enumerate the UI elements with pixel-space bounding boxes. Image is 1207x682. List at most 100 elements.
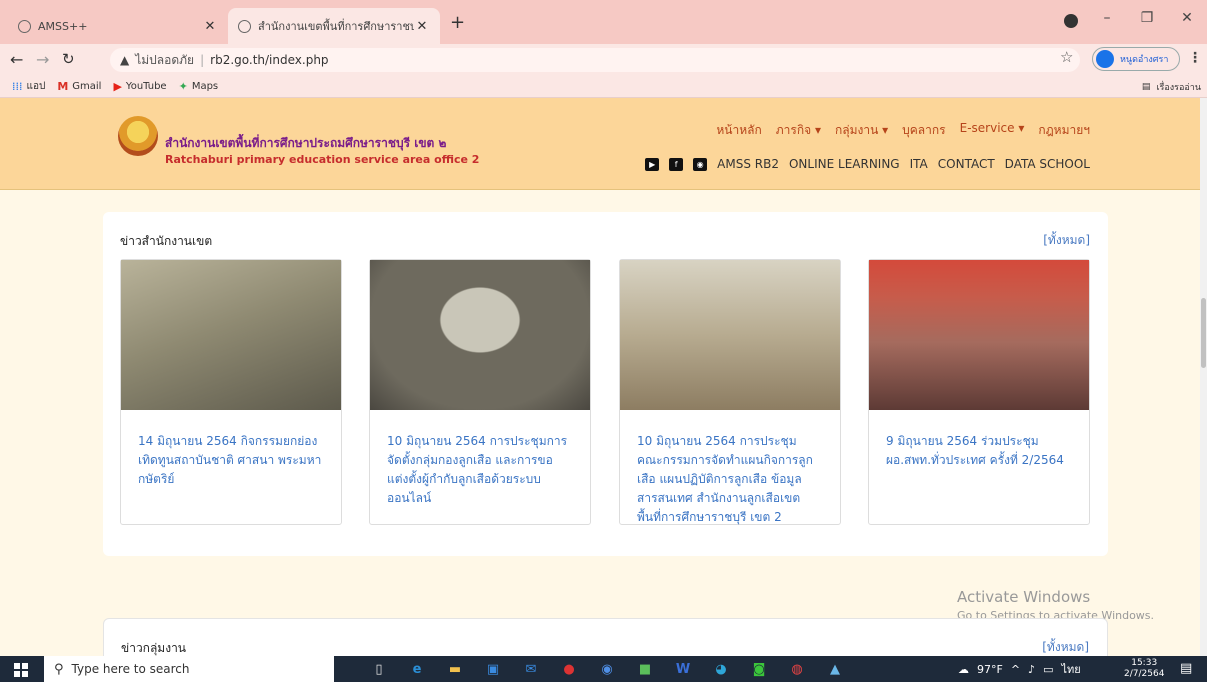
- volume-icon[interactable]: ♪: [1028, 663, 1035, 676]
- reading-list-label: เรื่องรออ่าน: [1156, 83, 1201, 93]
- search-icon: ⚲: [54, 661, 64, 677]
- new-tab-button[interactable]: +: [450, 12, 465, 33]
- group-news-title: ข่าวกลุ่มงาน: [121, 641, 187, 655]
- nav-eservice[interactable]: E-service ▾: [960, 121, 1025, 140]
- nav-mission[interactable]: ภารกิจ ▾: [776, 121, 821, 140]
- youtube-icon: ▶: [113, 80, 122, 93]
- nav-groups[interactable]: กลุ่มงาน ▾: [835, 121, 888, 140]
- word-icon[interactable]: W: [664, 659, 702, 679]
- nav-online-learning[interactable]: ONLINE LEARNING: [789, 157, 900, 171]
- news-card[interactable]: 14 มิถุนายน 2564 กิจกรรมยกย่องเทิดทูนสถา…: [120, 259, 342, 525]
- nav-ita[interactable]: ITA: [910, 157, 928, 171]
- task-view-icon[interactable]: ▯: [360, 659, 398, 679]
- warning-icon[interactable]: ▲: [120, 53, 129, 67]
- photos-icon[interactable]: ▲: [816, 659, 854, 679]
- close-tab-icon[interactable]: ✕: [414, 19, 430, 34]
- forward-icon[interactable]: →: [36, 50, 49, 69]
- tab-search-icon[interactable]: [1064, 14, 1078, 28]
- app-icon[interactable]: ◉: [588, 659, 626, 679]
- security-status[interactable]: ไม่ปลอดภัย: [135, 51, 194, 70]
- nav-home[interactable]: หน้าหลัก: [716, 121, 761, 140]
- reading-list-button[interactable]: ▤ เรื่องรออ่าน: [1142, 80, 1201, 94]
- page-scrollbar[interactable]: [1200, 98, 1207, 656]
- news-image[interactable]: [620, 260, 840, 410]
- ime-indicator[interactable]: ไทย: [1061, 660, 1080, 678]
- chrome-icon[interactable]: ◍: [778, 659, 816, 679]
- edge-icon[interactable]: ◕: [702, 659, 740, 679]
- notification-icon[interactable]: ▤: [1180, 661, 1192, 676]
- weather-icon[interactable]: ☁: [958, 663, 969, 676]
- tray-arrow-icon[interactable]: ^: [1011, 663, 1020, 676]
- url-text[interactable]: rb2.go.th/index.php: [210, 53, 328, 67]
- facebook-icon[interactable]: f: [669, 157, 684, 171]
- nav-personnel[interactable]: บุคลากร: [902, 121, 945, 140]
- news-section: ข่าวสำนักงานเขต [ทั้งหมด] 14 มิถุนายน 25…: [103, 212, 1108, 556]
- bookmark-apps[interactable]: ⁞⁞⁞ แอป: [12, 79, 45, 94]
- news-card[interactable]: 9 มิถุนายน 2564 ร่วมประชุม ผอ.สพท.ทั่วปร…: [868, 259, 1090, 525]
- nav-law[interactable]: กฎหมายฯ: [1038, 121, 1090, 140]
- weather-temp[interactable]: 97°F: [977, 663, 1003, 676]
- windows-start-icon[interactable]: [14, 663, 28, 677]
- line-app-icon[interactable]: ◙: [740, 659, 778, 679]
- browser-toolbar: ← → ↻ ▲ ไม่ปลอดภัย | rb2.go.th/index.php…: [0, 44, 1207, 76]
- app-icon[interactable]: ●: [550, 659, 588, 679]
- line-icon[interactable]: ◉: [693, 157, 708, 171]
- bookmark-label: แอป: [26, 81, 46, 92]
- back-icon[interactable]: ←: [10, 50, 23, 69]
- group-news-section: ข่าวกลุ่มงาน [ทั้งหมด]: [103, 618, 1108, 656]
- minimize-button[interactable]: –: [1087, 10, 1127, 26]
- maximize-button[interactable]: ❐: [1127, 10, 1167, 26]
- nav-amss[interactable]: AMSS RB2: [717, 157, 779, 171]
- web-page: สำนักงานเขตพื้นที่การศึกษาประถมศึกษาราชบ…: [0, 98, 1200, 656]
- store-icon[interactable]: ▣: [474, 659, 512, 679]
- close-window-button[interactable]: ✕: [1167, 10, 1207, 26]
- news-card[interactable]: 10 มิถุนายน 2564 การประชุมการจัดตั้งกลุ่…: [369, 259, 591, 525]
- network-icon[interactable]: ▭: [1043, 663, 1053, 676]
- news-caption[interactable]: 9 มิถุนายน 2564 ร่วมประชุม ผอ.สพท.ทั่วปร…: [869, 410, 1089, 470]
- news-card[interactable]: 10 มิถุนายน 2564 การประชุมคณะกรรมการจัดท…: [619, 259, 841, 525]
- gmail-icon: M: [57, 80, 69, 93]
- bookmark-maps[interactable]: ✦ Maps: [179, 80, 219, 93]
- news-view-all-link[interactable]: [ทั้งหมด]: [1043, 231, 1090, 250]
- close-tab-icon[interactable]: ✕: [202, 19, 218, 34]
- news-section-title: ข่าวสำนักงานเขต: [120, 234, 213, 248]
- edge-legacy-icon[interactable]: e: [398, 659, 436, 679]
- clock[interactable]: 15:33 2/7/2564: [1124, 658, 1164, 680]
- taskbar-search[interactable]: ⚲ Type here to search: [44, 656, 334, 682]
- tab-rb2[interactable]: สำนักงานเขตพื้นที่การศึกษาราชบุรี เข ✕: [228, 8, 440, 44]
- globe-icon: [238, 19, 251, 33]
- news-image[interactable]: [370, 260, 590, 410]
- reload-icon[interactable]: ↻: [62, 50, 75, 68]
- news-caption[interactable]: 10 มิถุนายน 2564 การประชุมการจัดตั้งกลุ่…: [370, 410, 590, 508]
- profile-button[interactable]: หนูดอำงศรา: [1092, 47, 1180, 71]
- main-nav: หน้าหลัก ภารกิจ ▾ กลุ่มงาน ▾ บุคลากร E-s…: [0, 121, 1090, 140]
- reading-list-icon: ▤: [1141, 82, 1151, 92]
- sub-nav: ▶ f ◉ AMSS RB2 ONLINE LEARNING ITA CONTA…: [0, 157, 1090, 171]
- bookmark-gmail[interactable]: M Gmail: [57, 80, 101, 93]
- nav-data-school[interactable]: DATA SCHOOL: [1005, 157, 1090, 171]
- news-caption[interactable]: 14 มิถุนายน 2564 กิจกรรมยกย่องเทิดทูนสถา…: [121, 410, 341, 489]
- address-bar[interactable]: ▲ ไม่ปลอดภัย | rb2.go.th/index.php: [110, 48, 1080, 72]
- news-image[interactable]: [121, 260, 341, 410]
- scrollbar-thumb[interactable]: [1201, 298, 1206, 368]
- group-news-view-all-link[interactable]: [ทั้งหมด]: [1042, 638, 1089, 656]
- tab-title: AMSS++: [38, 19, 88, 33]
- bookmark-label: Maps: [191, 81, 219, 92]
- watermark-line1: Activate Windows: [957, 588, 1091, 606]
- news-image[interactable]: [869, 260, 1089, 410]
- bookmark-label: YouTube: [125, 81, 167, 92]
- app-icon[interactable]: ■: [626, 659, 664, 679]
- news-caption[interactable]: 10 มิถุนายน 2564 การประชุมคณะกรรมการจัดท…: [620, 410, 840, 527]
- more-menu-icon[interactable]: ⋮: [1188, 50, 1202, 66]
- bookmark-youtube[interactable]: ▶ YouTube: [113, 80, 166, 93]
- browser-tab-strip: AMSS++ ✕ สำนักงานเขตพื้นที่การศึกษาราชบุ…: [0, 0, 1207, 44]
- bookmarks-bar: ⁞⁞⁞ แอป M Gmail ▶ YouTube ✦ Maps ▤ เรื่อ…: [0, 76, 1207, 98]
- tab-amss[interactable]: AMSS++ ✕: [8, 8, 228, 44]
- nav-contact[interactable]: CONTACT: [938, 157, 995, 171]
- mail-icon[interactable]: ✉: [512, 659, 550, 679]
- bookmark-star-icon[interactable]: ☆: [1060, 48, 1073, 66]
- taskbar-search-placeholder[interactable]: Type here to search: [72, 662, 190, 676]
- youtube-icon[interactable]: ▶: [645, 157, 660, 171]
- file-explorer-icon[interactable]: ▬: [436, 659, 474, 679]
- clock-time: 15:33: [1131, 658, 1158, 668]
